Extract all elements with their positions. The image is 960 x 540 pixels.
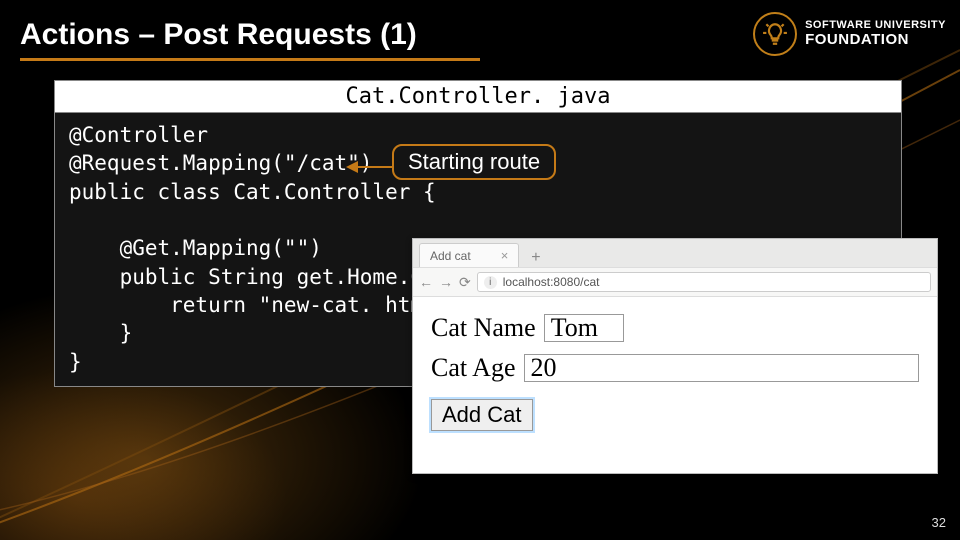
page-number: 32 bbox=[932, 515, 946, 530]
submit-button[interactable]: Add Cat bbox=[431, 399, 533, 431]
lightbulb-icon bbox=[753, 12, 797, 56]
back-icon[interactable]: ← bbox=[419, 274, 433, 290]
slide-title: Actions – Post Requests (1) bbox=[20, 18, 417, 52]
arrow-left-icon bbox=[346, 159, 394, 175]
browser-page: Cat Name Tom Cat Age 20 Add Cat bbox=[413, 297, 937, 447]
tab-title: Add cat bbox=[430, 249, 471, 263]
age-label: Cat Age bbox=[431, 353, 516, 383]
name-label: Cat Name bbox=[431, 313, 536, 343]
logo: SOFTWARE UNIVERSITY FOUNDATION bbox=[753, 12, 946, 56]
reload-icon[interactable]: ⟳ bbox=[459, 274, 471, 291]
name-field[interactable]: Tom bbox=[544, 314, 624, 342]
forward-icon[interactable]: → bbox=[439, 274, 453, 290]
browser-tab[interactable]: Add cat × bbox=[419, 243, 519, 267]
logo-line2: FOUNDATION bbox=[805, 32, 946, 48]
new-tab-button[interactable]: + bbox=[525, 249, 546, 267]
browser-navbar: ← → ⟳ i localhost:8080/cat bbox=[413, 267, 937, 297]
url-text: localhost:8080/cat bbox=[503, 275, 600, 289]
title-underline bbox=[20, 58, 480, 61]
age-field[interactable]: 20 bbox=[524, 354, 920, 382]
code-filename: Cat.Controller. java bbox=[55, 81, 901, 113]
url-input[interactable]: i localhost:8080/cat bbox=[477, 272, 931, 292]
browser-tabbar: Add cat × + bbox=[413, 239, 937, 267]
info-icon: i bbox=[484, 276, 497, 289]
browser-window: Add cat × + ← → ⟳ i localhost:8080/cat C… bbox=[412, 238, 938, 474]
callout-label: Starting route bbox=[392, 144, 556, 180]
close-icon[interactable]: × bbox=[501, 248, 509, 263]
